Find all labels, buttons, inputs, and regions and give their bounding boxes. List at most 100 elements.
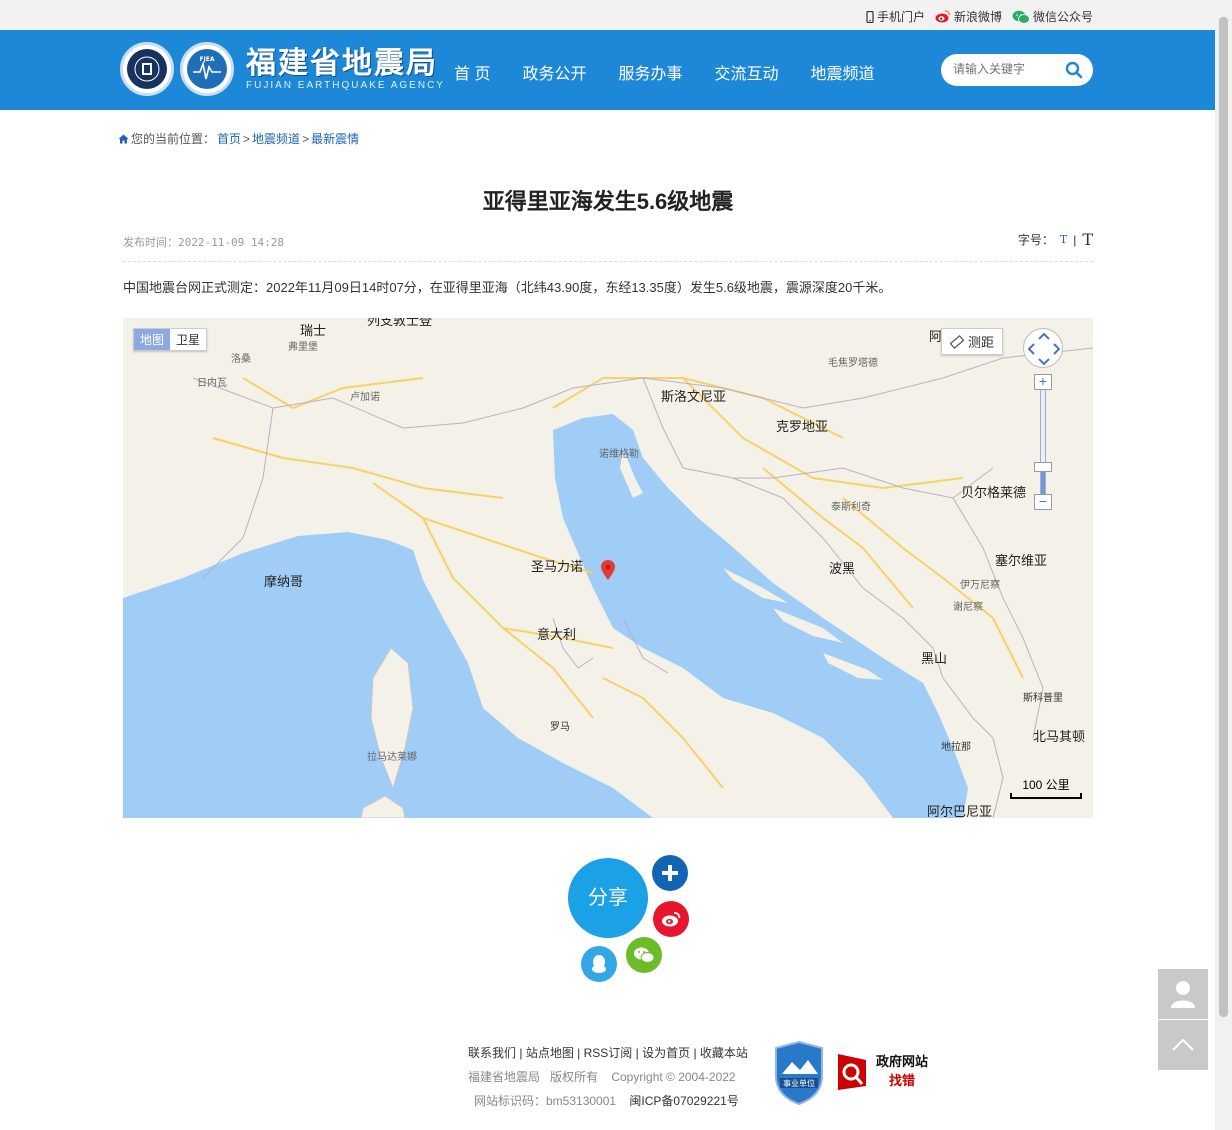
breadcrumb-home[interactable]: 首页 <box>217 130 241 147</box>
scale-label: 100 公里 <box>1022 778 1070 792</box>
pan-arrows-icon <box>1027 332 1061 366</box>
map-label-slovenia: 斯洛文尼亚 <box>661 389 727 404</box>
top-bar: 手机门户 新浪微博 微信公众号 <box>0 0 1215 30</box>
map-label-banjaluka: 泰斯利奇 <box>831 502 871 513</box>
site-code: 网站标识码：bm53130001 <box>474 1094 617 1108</box>
page-scrollbar[interactable] <box>1215 0 1232 1130</box>
font-size-control: 字号： T | T <box>1018 230 1093 249</box>
scrollbar-thumb[interactable] <box>1219 17 1228 1017</box>
share-button[interactable]: 分享 <box>568 858 648 938</box>
divider <box>123 261 1093 262</box>
breadcrumb-prefix: 您的当前位置： <box>131 132 216 146</box>
logo-subtitle: FUJIAN EARTHQUAKE AGENCY <box>246 79 445 91</box>
footer-copyright: 福建省地震局 版权所有 Copyright © 2004-2022 <box>468 1070 736 1084</box>
map-type-map-button[interactable]: 地图 <box>134 329 171 350</box>
wechat-label: 微信公众号 <box>1032 10 1093 24</box>
footer-icp: 网站标识码：bm53130001 闽ICP备07029221号 <box>474 1092 739 1109</box>
map-label-skopje: 斯科普里 <box>1023 693 1063 704</box>
site-logo[interactable]: FJEA 福建省地震局 FUJIAN EARTHQUAKE AGENCY <box>120 42 445 96</box>
font-size-small-button[interactable]: T <box>1060 233 1067 246</box>
map-label-liechtenstein: 列支敦士登 <box>367 318 433 328</box>
footer-link-rss[interactable]: RSS订阅 <box>584 1046 633 1060</box>
measure-label: 测距 <box>968 335 995 350</box>
article-title: 亚得里亚海发生5.6级地震 <box>482 189 734 214</box>
zoom-in-button[interactable]: + <box>1034 374 1052 390</box>
share-wechat-button[interactable] <box>626 937 662 973</box>
user-icon <box>1171 981 1195 1008</box>
breadcrumb-separator: > <box>243 131 251 146</box>
nav-home[interactable]: 首 页 <box>438 60 506 84</box>
map-type-satellite-button[interactable]: 卫星 <box>170 329 206 350</box>
map-label-maribor: 毛焦罗塔德 <box>828 358 878 369</box>
logo-title: 福建省地震局 <box>246 46 438 80</box>
mobile-label: 手机门户 <box>876 10 925 24</box>
public-institution-icon: 事业单位 <box>775 1040 823 1106</box>
epicenter-marker-icon[interactable] <box>601 560 615 580</box>
measure-button[interactable]: 测距 <box>941 328 1004 355</box>
scale-bar <box>1010 793 1082 799</box>
map-label-rome: 罗马 <box>550 722 570 733</box>
map-label-tirana: 地拉那 <box>941 742 971 753</box>
share-more-button[interactable] <box>652 855 688 891</box>
icp-number[interactable]: 闽ICP备07029221号 <box>629 1094 738 1108</box>
breadcrumb-latest[interactable]: 最新震情 <box>311 130 359 147</box>
map-label-fribourg: 弗里堡 <box>288 342 318 353</box>
nav-services[interactable]: 服务办事 <box>602 60 698 84</box>
weibo-label: 新浪微博 <box>953 10 1002 24</box>
breadcrumb-separator: > <box>302 131 310 146</box>
map-label-bosnia: 波黑 <box>829 561 856 576</box>
map-label-montenegro: 黑山 <box>921 651 948 666</box>
weibo-link[interactable]: 新浪微博 <box>935 8 1002 25</box>
share-weibo-button[interactable] <box>653 901 689 937</box>
main-nav: 首 页 政务公开 服务办事 交流互动 地震频道 <box>438 60 891 84</box>
map-label-belgrade: 贝尔格莱德 <box>961 485 1027 500</box>
footer-links: 联系我们 | 站点地图 | RSS订阅 | 设为首页 | 收藏本站 <box>468 1046 748 1060</box>
nav-earthquake-channel[interactable]: 地震频道 <box>795 60 891 84</box>
user-float-button[interactable] <box>1158 969 1208 1019</box>
map-label-italy: 意大利 <box>537 627 577 642</box>
find-error-label: 找错 <box>889 1073 916 1088</box>
footer-link-bookmark[interactable]: 收藏本站 <box>700 1046 748 1060</box>
wechat-link[interactable]: 微信公众号 <box>1012 8 1093 25</box>
map-label-swiss: 瑞士 <box>300 323 327 338</box>
article-body: 中国地震台网正式测定：2022年11月09日14时07分，在亚得里亚海（北纬43… <box>123 280 892 295</box>
map-label-monaco: 摩纳哥 <box>264 574 304 589</box>
map-label-latina: 拉马达莱娜 <box>367 752 417 763</box>
map-label-serbia: 塞尔维亚 <box>995 553 1048 568</box>
map-label-albania: 阿尔巴尼亚 <box>927 804 993 818</box>
map-label-croatia: 克罗地亚 <box>776 419 829 434</box>
gov-site-error-badge[interactable]: 政府网站 找错 <box>836 1050 928 1090</box>
map-label-sjenica: 谢尼察 <box>953 602 983 613</box>
seal-fjea-text: FJEA <box>199 56 214 63</box>
breadcrumb: 您的当前位置： 首页 > 地震频道 > 最新震情 <box>118 130 359 147</box>
footer-link-homepage[interactable]: 设为首页 <box>642 1046 690 1060</box>
share-qq-button[interactable] <box>581 946 617 982</box>
search-input[interactable] <box>953 62 1063 76</box>
nav-interaction[interactable]: 交流互动 <box>698 60 794 84</box>
publish-meta: 发布时间：2022-11-09 14:28 <box>123 234 284 250</box>
map-type-switch: 地图 卫星 <box>133 328 208 351</box>
earthquake-map[interactable]: 瑞士 弗里堡 洛桑 日内瓦 卢加诺 斯洛文尼亚 克罗地亚 毛焦罗塔德 诺维格勒 … <box>123 318 1093 818</box>
publish-label: 发布时间： <box>123 236 178 249</box>
footer-link-sitemap[interactable]: 站点地图 <box>526 1046 574 1060</box>
zoom-control: + − <box>1034 374 1052 512</box>
font-size-large-button[interactable]: T <box>1082 230 1093 249</box>
public-institution-badge[interactable]: 事业单位 <box>772 1040 826 1109</box>
zoom-out-button[interactable]: − <box>1034 494 1052 510</box>
back-to-top-button[interactable] <box>1158 1020 1208 1070</box>
footer-link-contact[interactable]: 联系我们 <box>468 1046 516 1060</box>
mobile-link[interactable]: 手机门户 <box>866 8 925 25</box>
map-label-northmacedonia: 北马其顿 <box>1033 729 1086 744</box>
search-icon[interactable] <box>1065 61 1083 79</box>
map-label-lugano: 卢加诺 <box>350 392 380 403</box>
breadcrumb-channel[interactable]: 地震频道 <box>252 130 300 147</box>
qq-penguin-icon <box>592 955 606 973</box>
pan-control[interactable] <box>1023 328 1063 368</box>
agency-seal-icon <box>120 42 174 96</box>
wechat-icon <box>1012 10 1030 24</box>
nav-gov-affairs[interactable]: 政务公开 <box>506 60 602 84</box>
zoom-slider-thumb[interactable] <box>1034 462 1052 472</box>
ruler-icon <box>950 334 964 349</box>
chevron-up-icon <box>1172 1039 1194 1051</box>
wechat-icon <box>634 947 655 963</box>
